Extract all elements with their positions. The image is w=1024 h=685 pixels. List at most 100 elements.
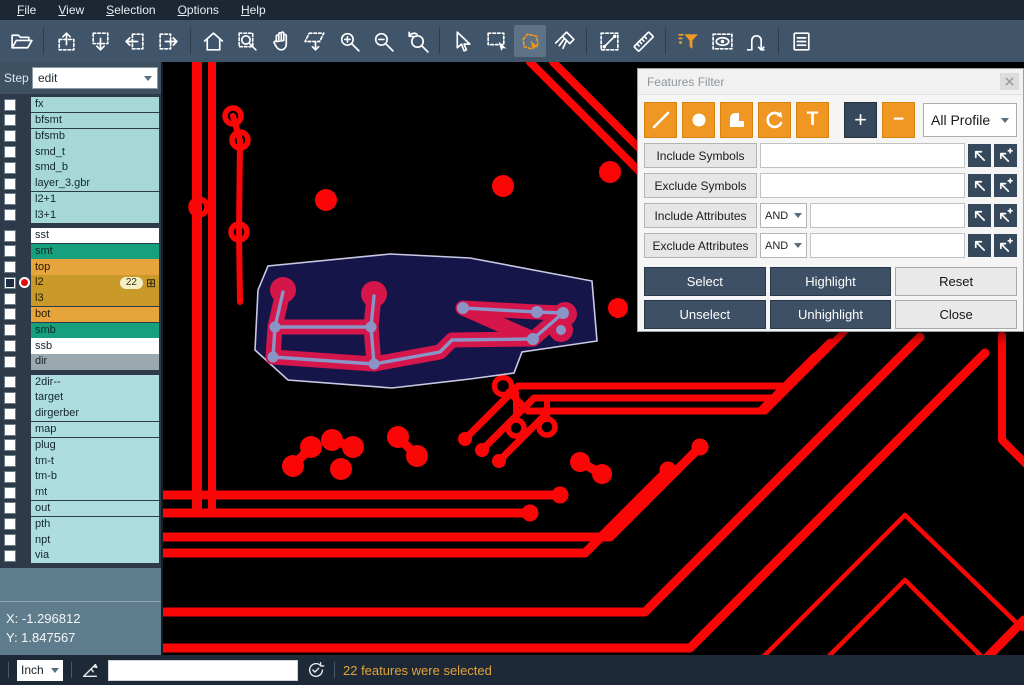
layer-row[interactable]: l2 22 ⊞: [2, 275, 159, 290]
pan-right-button[interactable]: [152, 25, 184, 57]
layer-row[interactable]: smd_t ⊞: [2, 144, 159, 159]
layer-visibility-checkbox[interactable]: [4, 162, 16, 174]
layer-name[interactable]: bfsmb ⊞: [31, 129, 159, 144]
layer-name[interactable]: l2 22 ⊞: [31, 275, 159, 290]
unselect-button[interactable]: Unselect: [644, 300, 766, 329]
layer-row[interactable]: dir ⊞: [2, 354, 159, 369]
pick-add-from-canvas-button[interactable]: [994, 144, 1017, 167]
layer-visibility-checkbox[interactable]: [4, 130, 16, 142]
layer-visibility-checkbox[interactable]: [4, 230, 16, 242]
filter-value-input[interactable]: [760, 173, 965, 198]
command-input[interactable]: [108, 660, 298, 681]
measure-distance-button[interactable]: [593, 25, 625, 57]
filter-value-input[interactable]: [810, 233, 965, 258]
snap-button[interactable]: [740, 25, 772, 57]
select-arrow-button[interactable]: [446, 25, 478, 57]
layer-name[interactable]: npt ⊞: [31, 532, 159, 547]
menu-item[interactable]: Help: [230, 0, 277, 20]
layer-name[interactable]: tm-t ⊞: [31, 453, 159, 468]
layer-visibility-checkbox[interactable]: [4, 261, 16, 273]
select-button[interactable]: Select: [644, 267, 766, 296]
zoom-in-button[interactable]: [333, 25, 365, 57]
layer-name[interactable]: bot ⊞: [31, 307, 159, 322]
units-select[interactable]: Inch: [17, 660, 63, 681]
pick-add-from-canvas-button[interactable]: [994, 204, 1017, 227]
layer-name[interactable]: 2dir-- ⊞: [31, 375, 159, 390]
layer-row[interactable]: plug ⊞: [2, 438, 159, 453]
pick-from-canvas-button[interactable]: [968, 204, 991, 227]
layer-row[interactable]: ssb ⊞: [2, 338, 159, 353]
layer-visibility-checkbox[interactable]: [4, 193, 16, 205]
filter-pads-button[interactable]: [682, 102, 715, 138]
layer-name[interactable]: smt ⊞: [31, 244, 159, 259]
pan-hand-button[interactable]: [265, 25, 297, 57]
layer-row[interactable]: via ⊞: [2, 548, 159, 563]
open-file-button[interactable]: [5, 25, 37, 57]
layer-name[interactable]: out ⊞: [31, 501, 159, 516]
profile-select[interactable]: All Profile: [923, 103, 1017, 137]
layer-row[interactable]: out ⊞: [2, 501, 159, 516]
layer-name[interactable]: smd_t ⊞: [31, 144, 159, 159]
layer-name[interactable]: l3 ⊞: [31, 291, 159, 306]
layer-name[interactable]: ssb ⊞: [31, 338, 159, 353]
layer-visibility-checkbox[interactable]: [4, 209, 16, 221]
zoom-previous-button[interactable]: [401, 25, 433, 57]
layer-name[interactable]: smd_b ⊞: [31, 160, 159, 175]
unhighlight-button[interactable]: Unhighlight: [770, 300, 892, 329]
layer-name[interactable]: dir ⊞: [31, 354, 159, 369]
sync-button[interactable]: [306, 660, 326, 680]
highlight-button[interactable]: Highlight: [770, 267, 892, 296]
and-or-select[interactable]: AND: [760, 233, 807, 258]
layer-row[interactable]: sst ⊞: [2, 228, 159, 243]
zoom-area-button[interactable]: [231, 25, 263, 57]
zoom-out-button[interactable]: [367, 25, 399, 57]
layer-visibility-checkbox[interactable]: [4, 550, 16, 562]
layer-name[interactable]: fx ⊞: [31, 97, 159, 112]
show-hide-button[interactable]: [706, 25, 738, 57]
layer-visibility-checkbox[interactable]: [4, 340, 16, 352]
layer-name[interactable]: dirgerber ⊞: [31, 406, 159, 421]
layer-name[interactable]: mt ⊞: [31, 485, 159, 500]
layer-visibility-checkbox[interactable]: [4, 293, 16, 305]
filter-remove-button[interactable]: −: [882, 102, 915, 138]
layer-name[interactable]: l2+1 ⊞: [31, 192, 159, 207]
layer-visibility-checkbox[interactable]: [4, 356, 16, 368]
filter-lines-button[interactable]: [644, 102, 677, 138]
layer-row[interactable]: bfsmt ⊞: [2, 113, 159, 128]
layer-name[interactable]: pth ⊞: [31, 517, 159, 532]
layer-row[interactable]: l2+1 ⊞: [2, 192, 159, 207]
layer-row[interactable]: bot ⊞: [2, 307, 159, 322]
polygon-select-button[interactable]: [514, 25, 546, 57]
layer-row[interactable]: l3 ⊞: [2, 291, 159, 306]
layer-name[interactable]: via ⊞: [31, 548, 159, 563]
menu-item[interactable]: View: [47, 0, 95, 20]
and-or-select[interactable]: AND: [760, 203, 807, 228]
close-button[interactable]: Close: [895, 300, 1017, 329]
filter-row-label-button[interactable]: Include Attributes: [644, 203, 757, 228]
filter-surfaces-button[interactable]: [720, 102, 753, 138]
layer-row[interactable]: 2dir-- ⊞: [2, 375, 159, 390]
layer-name[interactable]: tm-b ⊞: [31, 469, 159, 484]
features-filter-button[interactable]: [672, 25, 704, 57]
pick-add-from-canvas-button[interactable]: [994, 234, 1017, 257]
layer-grid-icon[interactable]: ⊞: [146, 277, 156, 289]
rect-select-button[interactable]: [480, 25, 512, 57]
filter-add-button[interactable]: +: [844, 102, 877, 138]
layer-name[interactable]: layer_3.gbr ⊞: [31, 176, 159, 191]
layer-row[interactable]: mt ⊞: [2, 485, 159, 500]
layer-visibility-checkbox[interactable]: [4, 114, 16, 126]
menu-item[interactable]: Selection: [95, 0, 166, 20]
layer-row[interactable]: top ⊞: [2, 259, 159, 274]
layer-visibility-checkbox[interactable]: [4, 277, 16, 289]
layer-row[interactable]: smd_b ⊞: [2, 160, 159, 175]
filter-row-label-button[interactable]: Exclude Attributes: [644, 233, 757, 258]
layer-visibility-checkbox[interactable]: [4, 455, 16, 467]
layer-row[interactable]: layer_3.gbr ⊞: [2, 176, 159, 191]
layer-visibility-checkbox[interactable]: [4, 424, 16, 436]
layer-visibility-checkbox[interactable]: [4, 439, 16, 451]
layer-visibility-checkbox[interactable]: [4, 487, 16, 499]
pan-down-button[interactable]: [84, 25, 116, 57]
layer-visibility-checkbox[interactable]: [4, 534, 16, 546]
layer-visibility-checkbox[interactable]: [4, 471, 16, 483]
filter-value-input[interactable]: [760, 143, 965, 168]
